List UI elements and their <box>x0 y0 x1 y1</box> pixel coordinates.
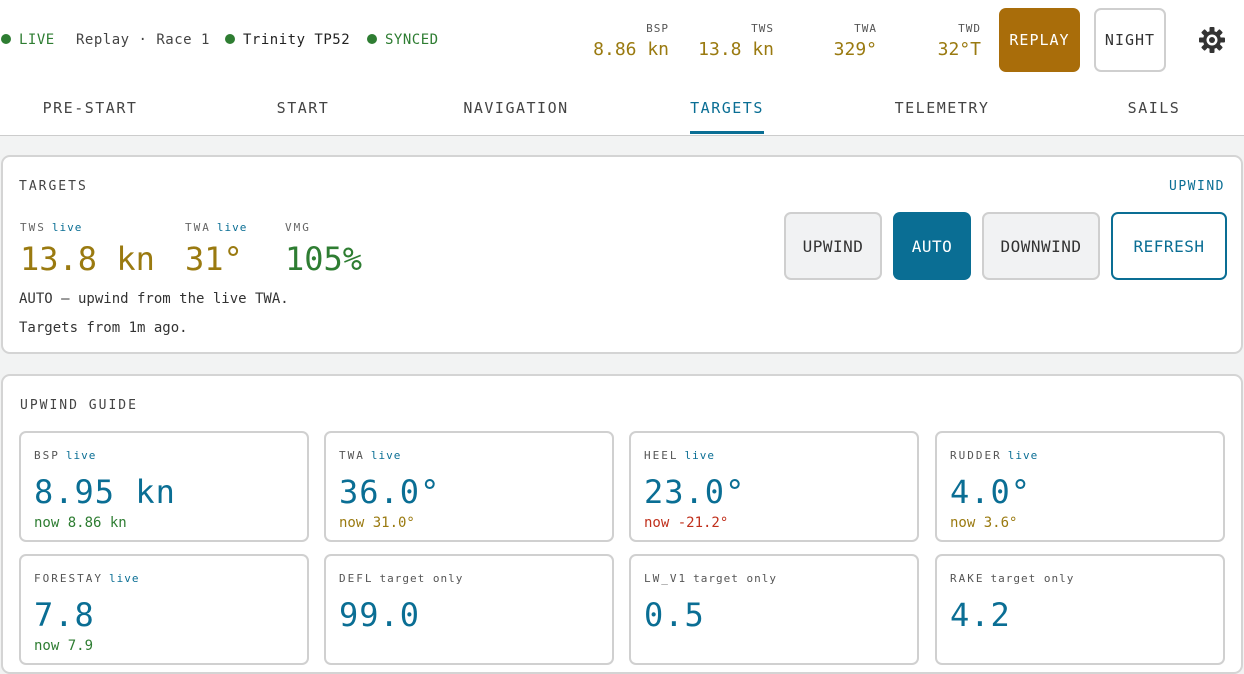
tile-label: RAKE <box>950 572 985 585</box>
tile-value: 4.2 <box>950 596 1011 634</box>
tile-label: HEEL <box>644 449 679 462</box>
target-tws: TWS live 13.8 kn <box>20 221 155 278</box>
mode-badge: UPWIND <box>1169 179 1225 194</box>
session-label: Replay · Race 1 <box>76 32 210 48</box>
metric-value: 32°T <box>937 39 981 60</box>
top-bar: LIVE Replay · Race 1 Trinity TP52 SYNCED… <box>0 0 1244 80</box>
metric-value: 329° <box>833 39 877 60</box>
tile-now: now 7.9 <box>34 638 94 654</box>
tile-now: now 3.6° <box>950 515 1018 531</box>
live-tag: live <box>684 449 715 462</box>
target-tws-value: 13.8 kn <box>20 240 155 278</box>
target-only-tag: target only <box>379 572 464 585</box>
tab-start[interactable]: START <box>233 80 373 135</box>
targets-panel: TARGETS UPWIND TWS live 13.8 kn TWA live 3… <box>1 155 1243 354</box>
tile-heel: HEEL live 23.0° now -21.2° <box>629 431 919 542</box>
tab-pre-start[interactable]: PRE-START <box>20 80 160 135</box>
downwind-button[interactable]: DOWNWIND <box>982 212 1100 280</box>
target-only-tag: target only <box>990 572 1075 585</box>
gear-icon[interactable] <box>1198 26 1226 54</box>
guide-title: UPWIND GUIDE <box>20 398 138 413</box>
metric-label: TWS <box>751 22 774 35</box>
tile-label: TWA <box>339 449 365 462</box>
tab-bar: PRE-START START NAVIGATION TARGETS TELEM… <box>0 80 1244 136</box>
metric-label: BSP <box>646 22 669 35</box>
auto-button[interactable]: AUTO <box>893 212 971 280</box>
tile-now: now 8.86 kn <box>34 515 127 531</box>
live-tag: live <box>370 449 402 462</box>
live-tag: live <box>1007 449 1039 462</box>
target-vmg-value: 105% <box>285 240 363 278</box>
tile-label: LW_V1 <box>644 572 688 585</box>
tile-now: now 31.0° <box>339 515 415 531</box>
tile-value: 0.5 <box>644 596 705 634</box>
targets-title: TARGETS <box>19 179 88 194</box>
metric-value: 8.86 kn <box>593 39 669 60</box>
tile-label: FORESTAY <box>34 572 103 585</box>
sync-label: SYNCED <box>385 32 439 48</box>
tile-bsp: BSP live 8.95 kn now 8.86 kn <box>19 431 309 542</box>
boat-name: Trinity TP52 <box>243 32 351 48</box>
tile-twa: TWA live 36.0° now 31.0° <box>324 431 614 542</box>
tile-lw-v1: LW_V1 target only 0.5 <box>629 554 919 665</box>
tile-now: now -21.2° <box>644 515 729 531</box>
live-tag: live <box>216 221 248 234</box>
tile-label: DEFL <box>339 572 374 585</box>
upwind-guide-panel: UPWIND GUIDE BSP live 8.95 kn now 8.86 kn… <box>1 374 1243 674</box>
live-tag: live <box>108 572 140 585</box>
live-tag: live <box>51 221 83 234</box>
target-twa: TWA live 31° <box>185 221 247 278</box>
live-indicator: LIVE <box>1 32 55 48</box>
sync-indicator: SYNCED <box>367 32 439 48</box>
tab-telemetry[interactable]: TELEMETRY <box>872 80 1012 135</box>
live-dot-icon <box>1 34 11 44</box>
tile-label: BSP <box>34 449 60 462</box>
sync-dot-icon <box>367 34 377 44</box>
live-tag: live <box>65 449 97 462</box>
target-vmg: VMG 105% <box>285 221 362 278</box>
active-tab-indicator <box>690 131 764 134</box>
tile-defl: DEFL target only 99.0 <box>324 554 614 665</box>
tile-value: 4.0° <box>950 473 1032 511</box>
tile-value: 99.0 <box>339 596 421 634</box>
metric-bsp: BSP 8.86 kn <box>593 22 669 60</box>
target-vmg-label: VMG <box>285 221 311 234</box>
metric-label: TWA <box>854 22 877 35</box>
tile-forestay: FORESTAY live 7.8 now 7.9 <box>19 554 309 665</box>
boat-dot-icon <box>225 34 235 44</box>
refresh-button[interactable]: REFRESH <box>1111 212 1227 280</box>
target-tws-label: TWS <box>20 221 46 234</box>
tile-value: 8.95 kn <box>34 473 176 511</box>
metric-value: 13.8 kn <box>698 39 774 60</box>
tile-rudder: RUDDER live 4.0° now 3.6° <box>935 431 1225 542</box>
night-mode-button[interactable]: NIGHT <box>1094 8 1166 72</box>
tile-value: 7.8 <box>34 596 95 634</box>
targets-age-note: Targets from 1m ago. <box>19 320 188 336</box>
live-label: LIVE <box>19 32 55 48</box>
tab-navigation[interactable]: NAVIGATION <box>446 80 586 135</box>
auto-mode-note: AUTO — upwind from the live TWA. <box>19 291 289 307</box>
metric-twd: TWD 32°T <box>938 22 981 60</box>
tile-label: RUDDER <box>950 449 1002 462</box>
metric-tws: TWS 13.8 kn <box>698 22 774 60</box>
target-twa-value: 31° <box>185 240 243 278</box>
metric-twa: TWA 329° <box>834 22 877 60</box>
tab-targets[interactable]: TARGETS <box>657 80 797 135</box>
replay-button[interactable]: REPLAY <box>999 8 1080 72</box>
upwind-button[interactable]: UPWIND <box>784 212 882 280</box>
metric-label: TWD <box>958 22 981 35</box>
tile-rake: RAKE target only 4.2 <box>935 554 1225 665</box>
target-twa-label: TWA <box>185 221 211 234</box>
tab-sails[interactable]: SAILS <box>1084 80 1224 135</box>
tile-value: 36.0° <box>339 473 441 511</box>
tile-value: 23.0° <box>644 473 746 511</box>
target-only-tag: target only <box>693 572 777 585</box>
boat-indicator: Trinity TP52 <box>225 32 350 48</box>
